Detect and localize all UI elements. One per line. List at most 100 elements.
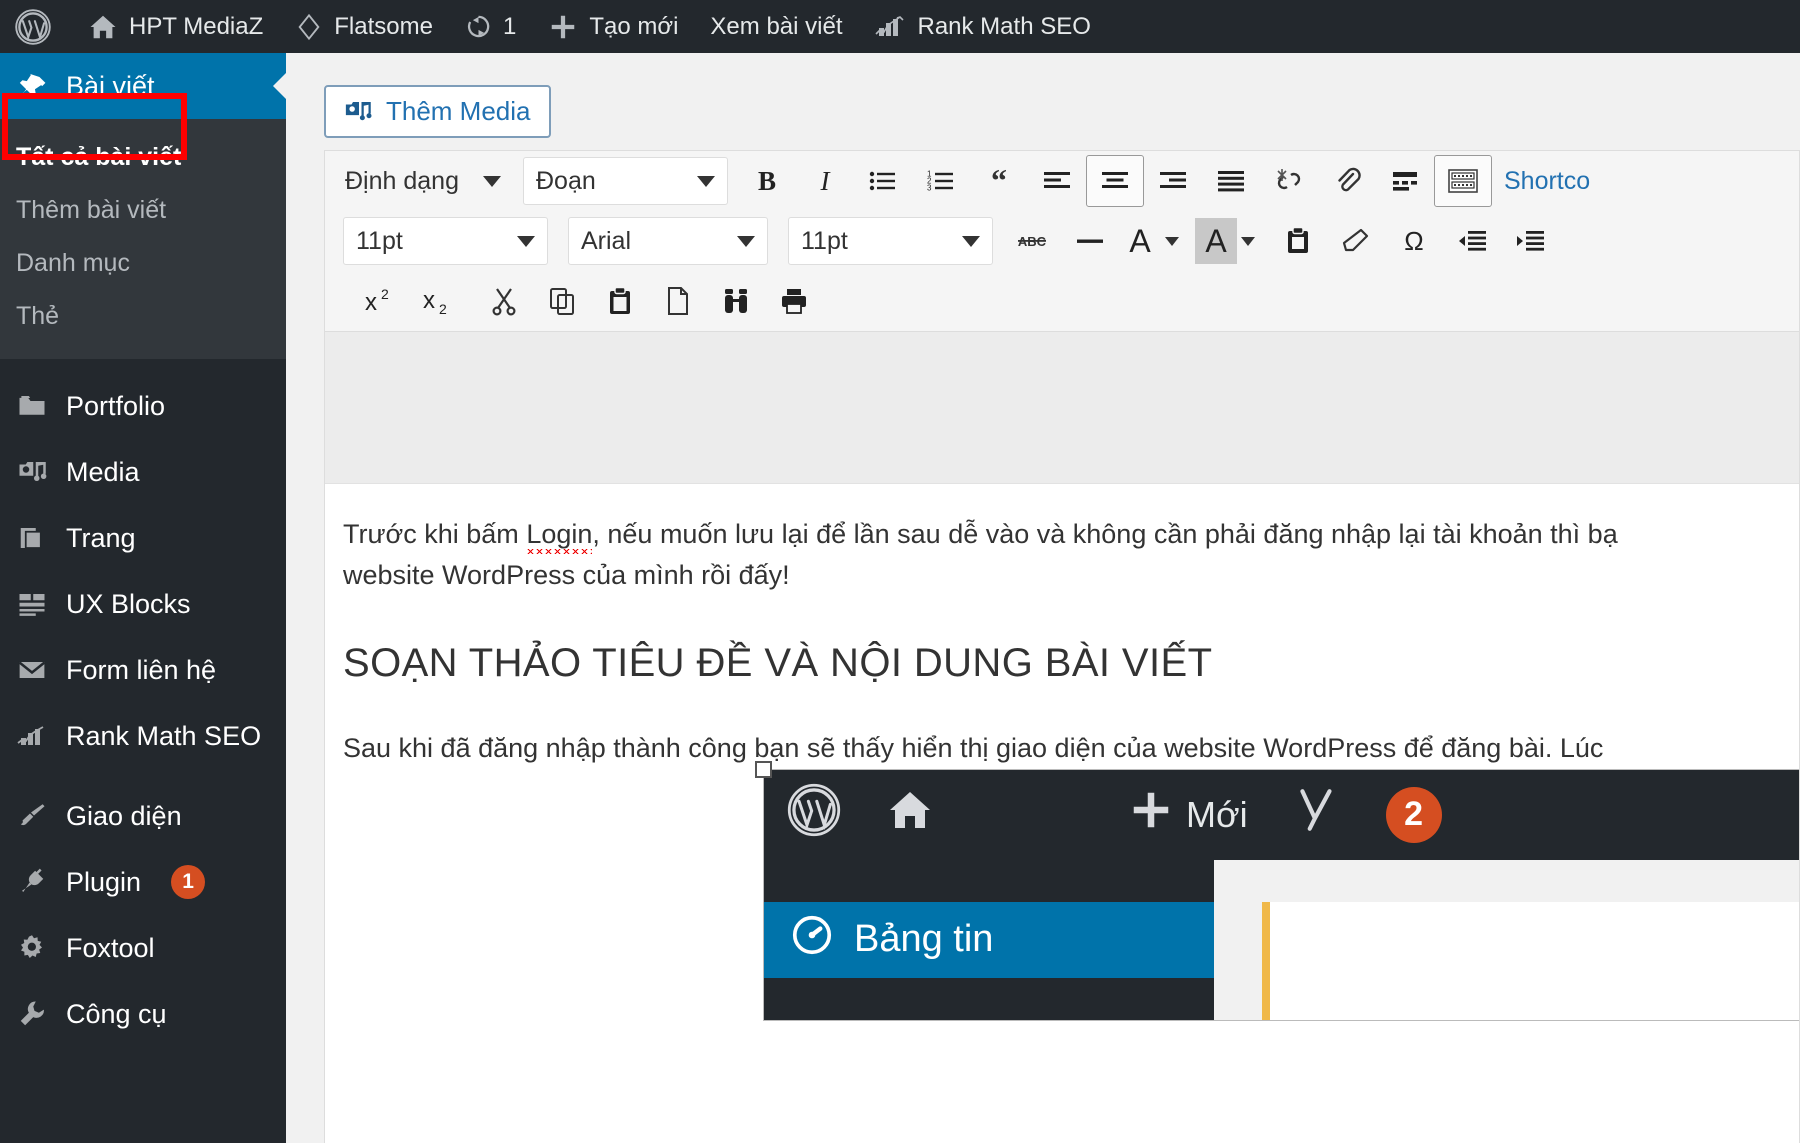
font-size-select-2[interactable]: 11pt — [788, 217, 993, 265]
editor-content-area[interactable]: Trước khi bấm Login, nếu muốn lưu lại để… — [324, 331, 1800, 1143]
unlink-button[interactable] — [1260, 155, 1318, 207]
blockquote-button[interactable]: “ — [970, 155, 1028, 207]
font-family-select[interactable]: Arial — [568, 217, 768, 265]
font-family-value: Arial — [581, 226, 632, 255]
horizontal-rule-button[interactable] — [1061, 215, 1119, 267]
admin-bar: HPT MediaZ Flatsome 1 Tạo mới Xem bài vi… — [0, 0, 1800, 53]
paragraph-format-value: Đoạn — [535, 166, 596, 195]
numbered-list-button[interactable]: 1 2 3 — [912, 155, 970, 207]
cut-button[interactable] — [475, 275, 533, 327]
sidebar-subitem-add-post[interactable]: Thêm bài viết — [0, 184, 286, 237]
special-character-button[interactable]: Ω — [1385, 215, 1443, 267]
sidebar-subitem-tags[interactable]: Thẻ — [0, 290, 286, 343]
sidebar-item-plugins[interactable]: Plugin 1 — [0, 849, 286, 915]
sidebar-item-posts[interactable]: Bài viết — [0, 53, 287, 119]
adminbar-item-new-content[interactable]: Tạo mới — [532, 0, 694, 53]
sidebar-item-media[interactable]: Media — [0, 439, 286, 505]
sidebar-item-plugins-label: Plugin — [66, 866, 142, 897]
paste-as-text-button[interactable] — [1269, 215, 1327, 267]
embedded-adminbar-item-yoast — [1270, 770, 1364, 860]
background-color-button[interactable]: A — [1195, 218, 1255, 264]
misspelled-word: Login — [526, 519, 593, 554]
chevron-down-icon — [737, 235, 755, 247]
flatsome-diamond-icon — [295, 13, 323, 41]
home-icon — [88, 12, 118, 42]
sidebar-item-tools[interactable]: Công cụ — [0, 981, 286, 1047]
superscript-button[interactable]: x 2 — [349, 275, 407, 327]
sidebar-subitem-categories[interactable]: Danh mục — [0, 237, 286, 290]
print-button[interactable] — [765, 275, 823, 327]
editor-paragraph-1-line-1: Trước khi bấm Login, nếu muốn lưu lại để… — [343, 519, 1618, 554]
italic-button[interactable]: I — [796, 155, 854, 207]
sidebar-item-contact-form[interactable]: Form liên hệ — [0, 637, 286, 703]
yoast-icon — [1292, 785, 1342, 844]
editor-toolbar-row-2: 11pt Arial 11pt ABC A A Ω — [325, 211, 1799, 271]
sidebar-item-rank-math-seo[interactable]: Rank Math SEO — [0, 703, 286, 769]
chevron-down-icon — [1241, 236, 1255, 246]
add-media-button[interactable]: Thêm Media — [324, 85, 551, 138]
find-replace-button[interactable] — [707, 275, 765, 327]
adminbar-item-wordpress-logo[interactable] — [0, 0, 72, 53]
link-paperclip-button[interactable] — [1318, 155, 1376, 207]
format-menu-label: Định dạng — [345, 166, 459, 195]
clear-formatting-button[interactable] — [1327, 215, 1385, 267]
sidebar-item-pages-label: Trang — [66, 522, 136, 553]
editor-main-area: Thêm Media Định dạng Đoạn B I 1 2 3 “ Sh… — [286, 53, 1800, 1143]
adminbar-view-post-label: Xem bài viết — [710, 12, 843, 40]
font-size-select[interactable]: 11pt — [343, 217, 548, 265]
format-menu-button[interactable]: Định dạng — [333, 155, 513, 207]
adminbar-item-site-name[interactable]: HPT MediaZ — [72, 0, 279, 53]
shortcode-button[interactable]: Shortco — [1492, 155, 1602, 207]
post-editor: Thêm Media Định dạng Đoạn B I 1 2 3 “ Sh… — [324, 85, 1800, 1143]
shortcode-label: Shortco — [1503, 166, 1591, 195]
image-resize-handle[interactable] — [755, 760, 772, 778]
sidebar-item-ux-blocks-label: UX Blocks — [66, 588, 191, 619]
comment-count-badge: 2 — [1385, 786, 1442, 843]
embedded-adminbar-item-comments: 2 — [1364, 770, 1464, 860]
plugins-update-badge: 1 — [171, 865, 206, 899]
sidebar-item-rank-math-seo-label: Rank Math SEO — [66, 720, 262, 751]
copy-button[interactable] — [533, 275, 591, 327]
text-color-button[interactable]: A — [1119, 218, 1179, 264]
pages-icon — [14, 523, 50, 553]
sidebar-item-posts-label: Bài viết — [66, 70, 155, 101]
adminbar-flatsome-label: Flatsome — [334, 12, 433, 40]
adminbar-item-flatsome[interactable]: Flatsome — [279, 0, 449, 53]
chevron-down-icon — [482, 175, 501, 187]
sidebar-subitem-all-posts[interactable]: Tất cả bài viết — [0, 131, 286, 184]
sidebar-item-pages[interactable]: Trang — [0, 505, 286, 571]
plus-icon — [548, 12, 578, 42]
new-document-button[interactable] — [649, 275, 707, 327]
editor-toolbar-row-3: x 2 x 2 — [325, 271, 1799, 331]
justify-button[interactable] — [1202, 155, 1260, 207]
strikethrough-button[interactable]: ABC — [1003, 215, 1061, 267]
sidebar-item-portfolio[interactable]: Portfolio — [0, 373, 286, 439]
sidebar-item-portfolio-label: Portfolio — [66, 390, 166, 421]
increase-indent-button[interactable] — [1501, 215, 1559, 267]
sidebar-item-foxtool[interactable]: Foxtool — [0, 915, 286, 981]
bold-button[interactable]: B — [738, 155, 796, 207]
sidebar-divider — [0, 359, 286, 373]
decrease-indent-button[interactable] — [1443, 215, 1501, 267]
align-right-button[interactable] — [1144, 155, 1202, 207]
sidebar-item-ux-blocks[interactable]: UX Blocks — [0, 571, 286, 637]
adminbar-item-updates[interactable]: 1 — [449, 0, 532, 53]
adminbar-item-rank-math[interactable]: Rank Math SEO — [858, 0, 1106, 53]
toolbar-toggle-button[interactable] — [1433, 155, 1492, 207]
bulleted-list-button[interactable] — [854, 155, 912, 207]
adminbar-new-label: Tạo mới — [589, 12, 679, 40]
align-left-button[interactable] — [1028, 155, 1086, 207]
sidebar-item-media-label: Media — [66, 456, 140, 487]
media-camera-icon — [344, 98, 374, 126]
sidebar-item-appearance[interactable]: Giao diện — [0, 783, 286, 849]
paste-button[interactable] — [591, 275, 649, 327]
sidebar-submenu-posts: Tất cả bài viết Thêm bài viết Danh mục T… — [0, 119, 286, 359]
read-more-button[interactable] — [1376, 155, 1434, 207]
adminbar-site-name-label: HPT MediaZ — [129, 12, 264, 40]
adminbar-item-view-post[interactable]: Xem bài viết — [694, 0, 858, 53]
subscript-button[interactable]: x 2 — [407, 275, 465, 327]
paragraph-format-select[interactable]: Đoạn — [522, 157, 728, 205]
updates-refresh-icon — [465, 13, 492, 40]
embedded-screenshot-image[interactable]: Mới 2 Bảng tin — [755, 760, 1799, 1021]
align-center-button[interactable] — [1085, 155, 1144, 207]
